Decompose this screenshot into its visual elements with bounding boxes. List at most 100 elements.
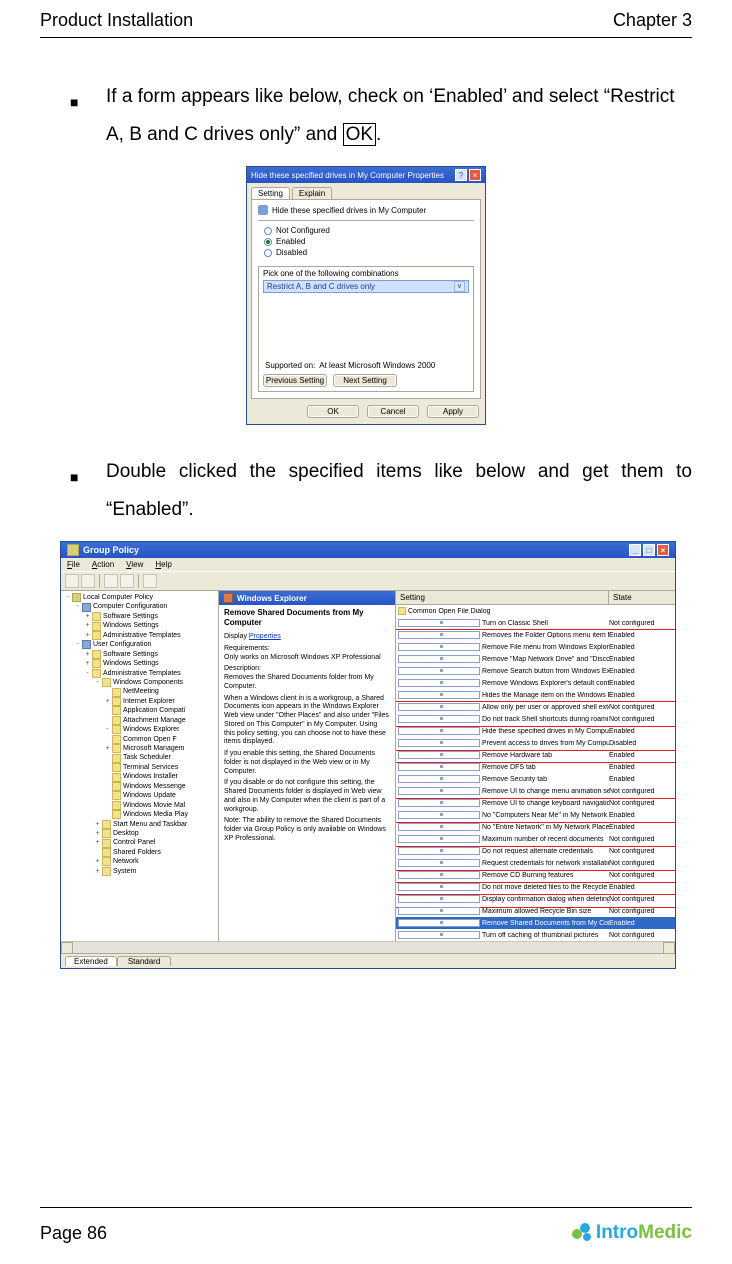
list-item[interactable]: Remove Search button from Windows Explor…	[396, 665, 675, 677]
list-item[interactable]: Remove File menu from Windows ExplorerEn…	[396, 641, 675, 653]
tree-item[interactable]: Windows Installer	[63, 772, 218, 781]
list-item[interactable]: Hides the Manage item on the Windows Exp…	[396, 689, 675, 701]
tree-item[interactable]: +Internet Explorer	[63, 697, 218, 706]
list-item[interactable]: Remove CD Burning featuresNot configured	[396, 869, 675, 881]
tree-item[interactable]: Windows Update	[63, 791, 218, 800]
list-item[interactable]: Remove DFS tabEnabled	[396, 761, 675, 773]
list-item[interactable]: Remove UI to change keyboard navigation …	[396, 797, 675, 809]
list-item[interactable]: Remove Security tabEnabled	[396, 773, 675, 785]
tree-item[interactable]: +Windows Settings	[63, 659, 218, 668]
ok-boxed-text: OK	[343, 123, 376, 146]
supported-on-label: Supported on:	[265, 361, 315, 370]
toolbar-properties-button[interactable]	[120, 574, 134, 588]
menu-help[interactable]: Help	[155, 560, 171, 569]
list-item[interactable]: No "Entire Network" in My Network Places…	[396, 821, 675, 833]
list-item[interactable]: Remove Hardware tabEnabled	[396, 749, 675, 761]
properties-link[interactable]: Properties	[249, 633, 281, 640]
tree-item[interactable]: +Microsoft Managem	[63, 744, 218, 753]
list-item[interactable]: Do not move deleted files to the Recycle…	[396, 881, 675, 893]
tree-item[interactable]: +Software Settings	[63, 650, 218, 659]
list-item[interactable]: Removes the Folder Options menu item fro…	[396, 629, 675, 641]
menu-view[interactable]: View	[126, 560, 143, 569]
tree-item[interactable]: Shared Folders	[63, 848, 218, 857]
tree-item[interactable]: -Windows Explorer	[63, 725, 218, 734]
dialog-title: Hide these specified drives in My Comput…	[251, 171, 444, 180]
close-button[interactable]: ×	[657, 544, 669, 556]
tree-item[interactable]: +Software Settings	[63, 612, 218, 621]
cancel-button[interactable]: Cancel	[367, 405, 419, 418]
tree-item[interactable]: +System	[63, 867, 218, 876]
tree-item[interactable]: +Network	[63, 857, 218, 866]
list-item[interactable]: Maximum allowed Recycle Bin sizeNot conf…	[396, 905, 675, 917]
gp-description-pane: Windows Explorer Remove Shared Documents…	[219, 591, 396, 941]
policy-name: Hide these specified drives in My Comput…	[272, 206, 426, 215]
tree-item[interactable]: -User Configuration	[63, 640, 218, 649]
list-item[interactable]: Turn off caching of thumbnail picturesNo…	[396, 929, 675, 941]
ok-button[interactable]: OK	[307, 405, 359, 418]
list-item[interactable]: Prevent access to drives from My Compute…	[396, 737, 675, 749]
tab-extended[interactable]: Extended	[65, 956, 117, 966]
list-item[interactable]: No "Computers Near Me" in My Network Pla…	[396, 809, 675, 821]
list-item[interactable]: Remove Windows Explorer's default contex…	[396, 677, 675, 689]
tree-item[interactable]: Windows Movie Mal	[63, 801, 218, 810]
close-button[interactable]: ×	[469, 169, 481, 181]
list-item[interactable]: Allow only per user or approved shell ex…	[396, 701, 675, 713]
tree-item[interactable]: NetMeeting	[63, 687, 218, 696]
tree-item[interactable]: +Desktop	[63, 829, 218, 838]
list-item[interactable]: Remove "Map Network Drive" and "Disconne…	[396, 653, 675, 665]
toolbar-back-button[interactable]	[65, 574, 79, 588]
h-scrollbar[interactable]	[61, 941, 675, 953]
tree-item[interactable]: Common Open F	[63, 735, 218, 744]
tree-item[interactable]: Attachment Manage	[63, 716, 218, 725]
tree-item[interactable]: -Administrative Templates	[63, 669, 218, 678]
tree-item[interactable]: +Control Panel	[63, 838, 218, 847]
help-button[interactable]: ?	[455, 169, 467, 181]
menu-action[interactable]: Action	[92, 560, 114, 569]
tree-item[interactable]: +Administrative Templates	[63, 631, 218, 640]
tree-item[interactable]: -Local Computer Policy	[63, 593, 218, 602]
tab-standard[interactable]: Standard	[117, 956, 171, 966]
prev-setting-button[interactable]: Previous Setting	[263, 374, 327, 387]
toolbar-up-button[interactable]	[104, 574, 118, 588]
list-item[interactable]: Maximum number of recent documentsNot co…	[396, 833, 675, 845]
gp-menu-bar: File Action View Help	[61, 558, 675, 571]
tree-item[interactable]: Application Compati	[63, 706, 218, 715]
tree-item[interactable]: -Windows Components	[63, 678, 218, 687]
list-item[interactable]: Turn on Classic ShellNot configured	[396, 617, 675, 629]
app-icon	[67, 544, 79, 556]
combo-restrict-drives[interactable]: Restrict A, B and C drives only v	[263, 280, 469, 293]
gp-tree-pane[interactable]: -Local Computer Policy-Computer Configur…	[61, 591, 219, 941]
dialog-titlebar: Hide these specified drives in My Comput…	[247, 167, 485, 183]
tree-item[interactable]: Windows Media Play	[63, 810, 218, 819]
list-item[interactable]: Common Open File Dialog	[396, 605, 675, 617]
tree-item[interactable]: -Computer Configuration	[63, 602, 218, 611]
list-item[interactable]: Hide these specified drives in My Comput…	[396, 725, 675, 737]
minimize-button[interactable]: _	[629, 544, 641, 556]
radio-enabled[interactable]	[264, 238, 272, 246]
list-item[interactable]: Remove Shared Documents from My Computer…	[396, 917, 675, 929]
menu-file[interactable]: File	[67, 560, 80, 569]
tree-item[interactable]: +Windows Settings	[63, 621, 218, 630]
list-item[interactable]: Do not request alternate credentialsNot …	[396, 845, 675, 857]
toolbar-help-button[interactable]	[143, 574, 157, 588]
list-item[interactable]: Remove UI to change menu animation setti…	[396, 785, 675, 797]
radio-disabled[interactable]	[264, 249, 272, 257]
list-item[interactable]: Do not track Shell shortcuts during roam…	[396, 713, 675, 725]
maximize-button[interactable]: □	[643, 544, 655, 556]
tree-item[interactable]: Terminal Services	[63, 763, 218, 772]
next-setting-button[interactable]: Next Setting	[333, 374, 397, 387]
tab-explain[interactable]: Explain	[292, 187, 332, 199]
gp-tabs-bottom: Extended Standard	[61, 953, 675, 968]
radio-not-configured[interactable]	[264, 227, 272, 235]
toolbar-forward-button[interactable]	[81, 574, 95, 588]
tab-setting[interactable]: Setting	[251, 187, 290, 199]
tree-item[interactable]: +Start Menu and Taskbar	[63, 820, 218, 829]
tree-item[interactable]: Windows Messenge	[63, 782, 218, 791]
list-header: Setting State	[396, 591, 675, 605]
tree-item[interactable]: Task Scheduler	[63, 753, 218, 762]
col-state[interactable]: State	[609, 591, 675, 604]
apply-button[interactable]: Apply	[427, 405, 479, 418]
list-item[interactable]: Display confirmation dialog when deletin…	[396, 893, 675, 905]
list-item[interactable]: Request credentials for network installa…	[396, 857, 675, 869]
col-setting[interactable]: Setting	[396, 591, 609, 604]
